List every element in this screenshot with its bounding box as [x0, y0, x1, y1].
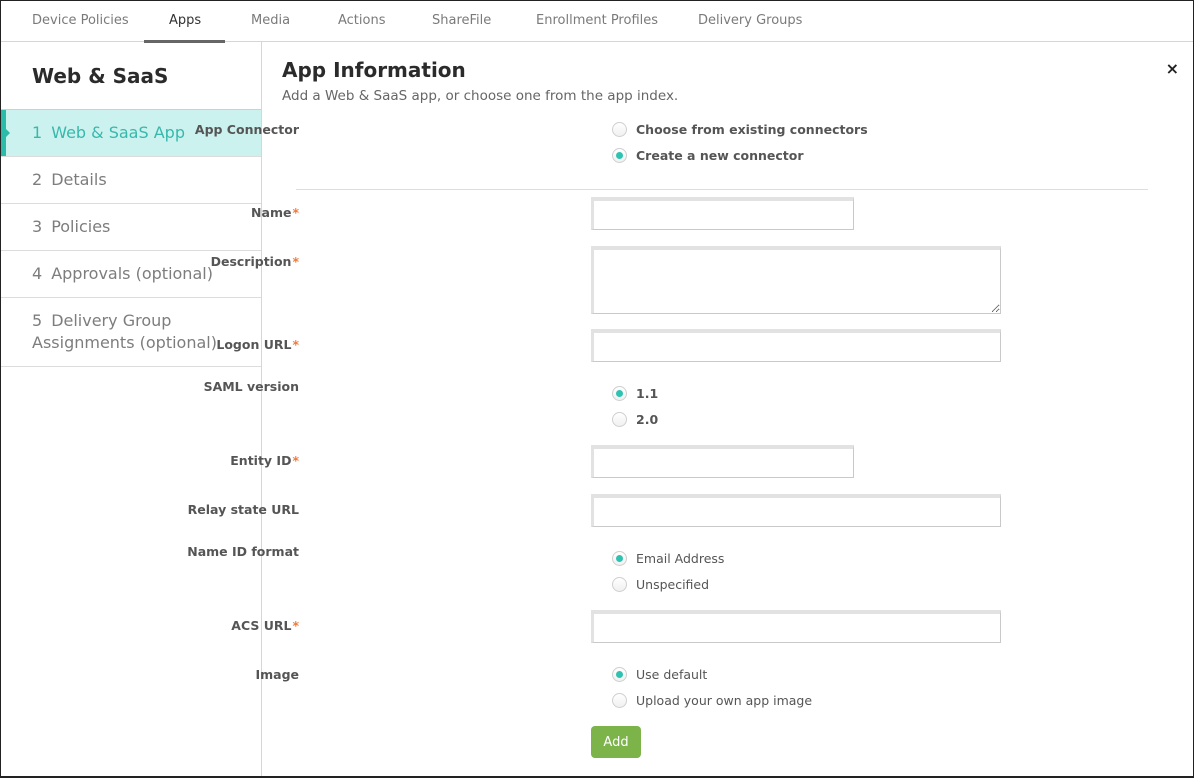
radio-use-default-image[interactable]: Use default	[612, 664, 707, 684]
radio-saml-2-0[interactable]: 2.0	[612, 409, 658, 429]
label-text: Logon URL	[216, 337, 292, 352]
page-title: App Information	[282, 58, 466, 82]
radio-label: Upload your own app image	[636, 692, 813, 708]
label-text: Name	[251, 205, 292, 220]
step-label: Delivery Group Assignments (optional)	[32, 311, 217, 352]
required-marker: *	[292, 337, 299, 352]
radio-label: 2.0	[636, 411, 659, 427]
add-button[interactable]: Add	[591, 726, 641, 758]
radio-saml-1-1[interactable]: 1.1	[612, 383, 658, 403]
tab-sharefile[interactable]: ShareFile	[432, 1, 491, 42]
entity-id-label: Entity ID*	[230, 453, 299, 468]
step-number: 3	[32, 217, 43, 236]
radio-label: Email Address	[636, 550, 725, 566]
radio-email-address[interactable]: Email Address	[612, 548, 724, 568]
label-text: Description	[210, 254, 292, 269]
tab-apps[interactable]: Apps	[169, 1, 201, 42]
radio-button-checked[interactable]	[612, 385, 627, 401]
radio-choose-existing-connector[interactable]: Choose from existing connectors	[612, 119, 868, 139]
radio-button-checked[interactable]	[612, 666, 627, 682]
step-label: Details	[51, 170, 107, 189]
description-label: Description*	[211, 254, 299, 269]
step-label: Approvals (optional)	[51, 264, 213, 283]
radio-button-checked[interactable]	[612, 550, 627, 566]
image-label: Image	[255, 667, 299, 682]
radio-label: Choose from existing connectors	[636, 121, 868, 137]
step-label: Policies	[51, 217, 111, 236]
required-marker: *	[292, 254, 299, 269]
acs-url-input[interactable]	[591, 610, 1001, 643]
saml-version-label: SAML version	[203, 379, 299, 394]
radio-button-checked[interactable]	[612, 147, 627, 163]
step-number: 1	[32, 123, 43, 142]
name-input[interactable]	[591, 197, 854, 230]
label-text: Entity ID	[230, 453, 292, 468]
main-panel: App Information Add a Web & SaaS app, or…	[187, 42, 1193, 776]
page-subtitle: Add a Web & SaaS app, or choose one from…	[282, 88, 679, 104]
sidebar-title: Web & SaaS	[32, 64, 169, 88]
radio-upload-own-image[interactable]: Upload your own app image	[612, 690, 812, 710]
radio-button[interactable]	[612, 411, 627, 427]
step-details[interactable]: 2 Details	[1, 157, 261, 204]
required-marker: *	[292, 618, 299, 633]
tab-device-policies[interactable]: Device Policies	[32, 1, 129, 42]
radio-label: Unspecified	[636, 576, 710, 592]
required-marker: *	[292, 453, 299, 468]
step-policies[interactable]: 3 Policies	[1, 204, 261, 251]
step-number: 4	[32, 264, 43, 283]
section-divider	[296, 189, 1148, 190]
tab-delivery-groups[interactable]: Delivery Groups	[698, 1, 802, 42]
close-icon[interactable]: ×	[1166, 59, 1179, 78]
step-number: 2	[32, 170, 43, 189]
radio-create-new-connector[interactable]: Create a new connector	[612, 145, 804, 165]
radio-button[interactable]	[612, 692, 627, 708]
step-label: Web & SaaS App	[51, 123, 185, 142]
radio-button[interactable]	[612, 576, 627, 592]
label-text: ACS URL	[231, 618, 292, 633]
radio-button[interactable]	[612, 121, 627, 137]
acs-url-label: ACS URL*	[231, 618, 299, 633]
entity-id-input[interactable]	[591, 445, 854, 478]
wizard-sidebar: Web & SaaS 1 Web & SaaS App 2 Details 3 Pol…	[1, 42, 262, 776]
tab-media[interactable]: Media	[251, 1, 290, 42]
radio-label: Create a new connector	[636, 147, 804, 163]
name-label: Name*	[251, 205, 299, 220]
required-marker: *	[292, 205, 299, 220]
top-navigation: Device Policies Apps Media Actions Share…	[1, 1, 1193, 43]
logon-url-label: Logon URL*	[216, 337, 299, 352]
tab-actions[interactable]: Actions	[338, 1, 386, 42]
name-id-format-label: Name ID format	[187, 544, 299, 559]
wizard-steps: 1 Web & SaaS App 2 Details 3 Policies 4 Appr…	[1, 109, 261, 367]
relay-state-url-label: Relay state URL	[187, 502, 299, 517]
app-connector-label: App Connector	[194, 122, 299, 137]
step-number: 5	[32, 311, 43, 330]
description-textarea[interactable]	[591, 246, 1001, 314]
tab-enrollment-profiles[interactable]: Enrollment Profiles	[536, 1, 658, 42]
logon-url-input[interactable]	[591, 329, 1001, 362]
radio-label: Use default	[636, 666, 708, 682]
relay-state-url-input[interactable]	[591, 494, 1001, 527]
radio-unspecified[interactable]: Unspecified	[612, 574, 709, 594]
radio-label: 1.1	[636, 385, 659, 401]
step-delivery-group-assignments[interactable]: 5 Delivery Group Assignments (optional)	[1, 298, 261, 367]
